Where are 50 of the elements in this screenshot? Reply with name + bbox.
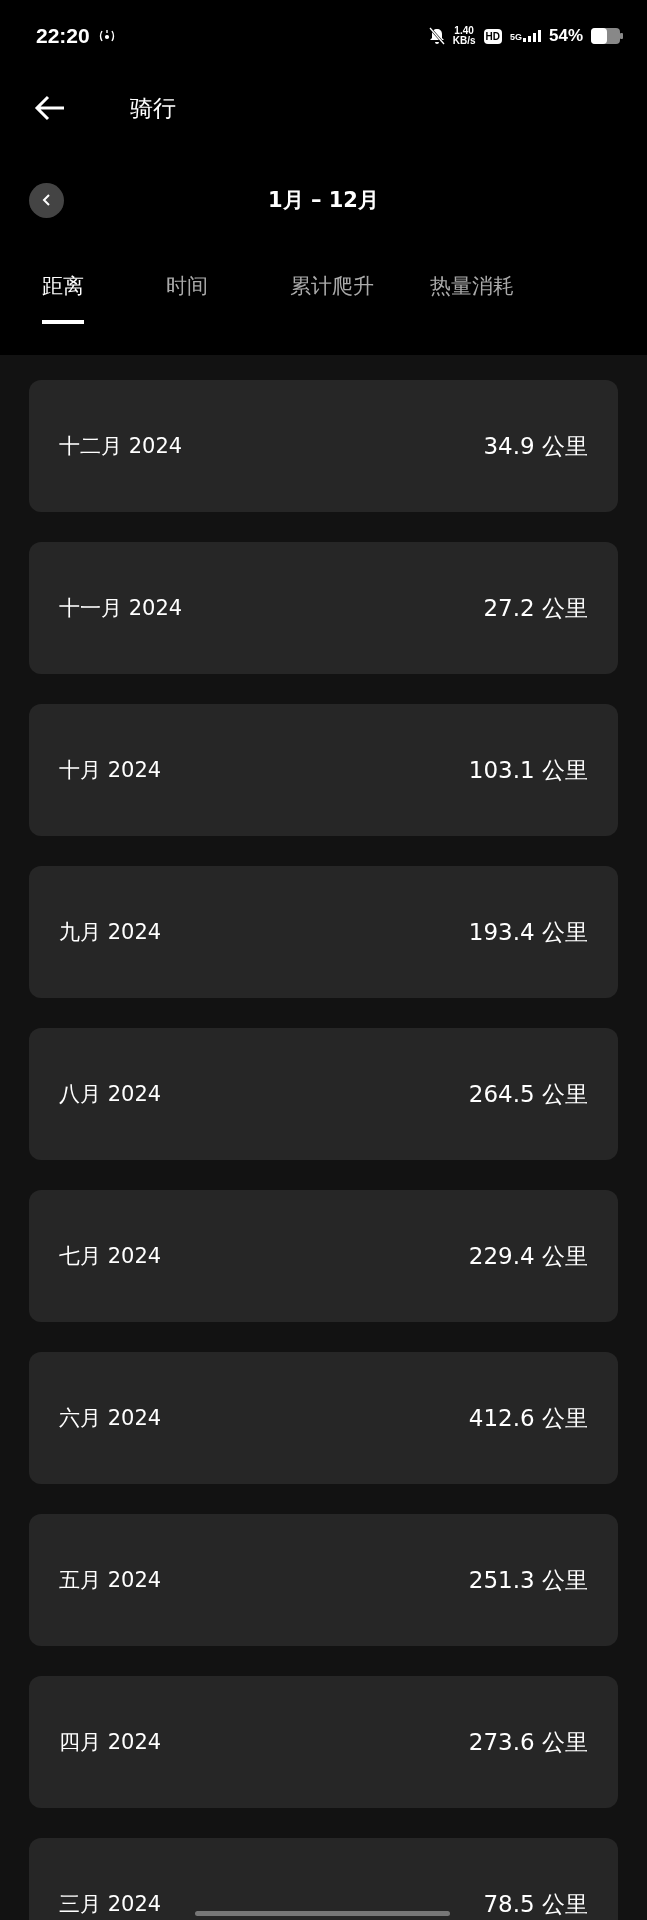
distance-value: 193.4 公里	[468, 917, 588, 947]
net-speed: 1.40	[454, 26, 474, 36]
month-card[interactable]: 六月 2024 412.6 公里	[29, 1352, 618, 1484]
battery-icon	[591, 28, 623, 44]
distance-value: 264.5 公里	[468, 1079, 588, 1109]
distance-value: 27.2 公里	[483, 593, 588, 623]
net-unit: KB/s	[452, 36, 476, 46]
month-label: 十月 2024	[59, 757, 162, 784]
tab[interactable]: 热量消耗	[430, 268, 514, 324]
distance-value: 34.9 公里	[483, 431, 588, 461]
distance-value: 229.4 公里	[468, 1241, 588, 1271]
tab[interactable]: 距离	[42, 268, 84, 324]
month-label: 三月 2024	[59, 1891, 162, 1918]
hotspot-icon	[97, 29, 116, 43]
month-card[interactable]: 十二月 2024 34.9 公里	[29, 380, 618, 512]
date-range: 1月 – 12月	[268, 187, 379, 214]
signal-icon	[522, 30, 541, 42]
month-label: 四月 2024	[59, 1729, 162, 1756]
status-time: 22:20	[36, 24, 90, 48]
distance-value: 251.3 公里	[468, 1565, 588, 1595]
tab[interactable]: 时间	[166, 268, 208, 324]
network-type: 5G	[509, 32, 522, 42]
month-label: 九月 2024	[59, 919, 162, 946]
previous-button[interactable]	[29, 182, 64, 218]
month-card[interactable]: 五月 2024 251.3 公里	[29, 1514, 618, 1646]
back-button[interactable]	[34, 94, 66, 122]
hd-badge: HD	[483, 28, 502, 44]
distance-value: 273.6 公里	[468, 1727, 588, 1757]
month-label: 八月 2024	[59, 1081, 162, 1108]
month-card[interactable]: 十月 2024 103.1 公里	[29, 704, 618, 836]
month-label: 十一月 2024	[59, 595, 183, 622]
back-arrow-icon	[34, 94, 66, 122]
month-card[interactable]: 十一月 2024 27.2 公里	[29, 542, 618, 674]
tab[interactable]: 累计爬升	[290, 268, 374, 324]
month-label: 十二月 2024	[59, 433, 183, 460]
page-title: 骑行	[130, 93, 176, 123]
month-card[interactable]: 九月 2024 193.4 公里	[29, 866, 618, 998]
distance-value: 103.1 公里	[468, 755, 588, 785]
month-label: 六月 2024	[59, 1405, 162, 1432]
bell-muted-icon	[428, 27, 445, 45]
month-label: 五月 2024	[59, 1567, 162, 1594]
month-card[interactable]: 七月 2024 229.4 公里	[29, 1190, 618, 1322]
month-card[interactable]: 三月 2024 78.5 公里	[29, 1838, 618, 1920]
month-card[interactable]: 八月 2024 264.5 公里	[29, 1028, 618, 1160]
month-card[interactable]: 四月 2024 273.6 公里	[29, 1676, 618, 1808]
distance-value: 412.6 公里	[468, 1403, 588, 1433]
battery-percent: 54%	[548, 26, 583, 46]
chevron-left-icon	[40, 193, 53, 207]
distance-value: 78.5 公里	[483, 1889, 588, 1919]
month-label: 七月 2024	[59, 1243, 162, 1270]
